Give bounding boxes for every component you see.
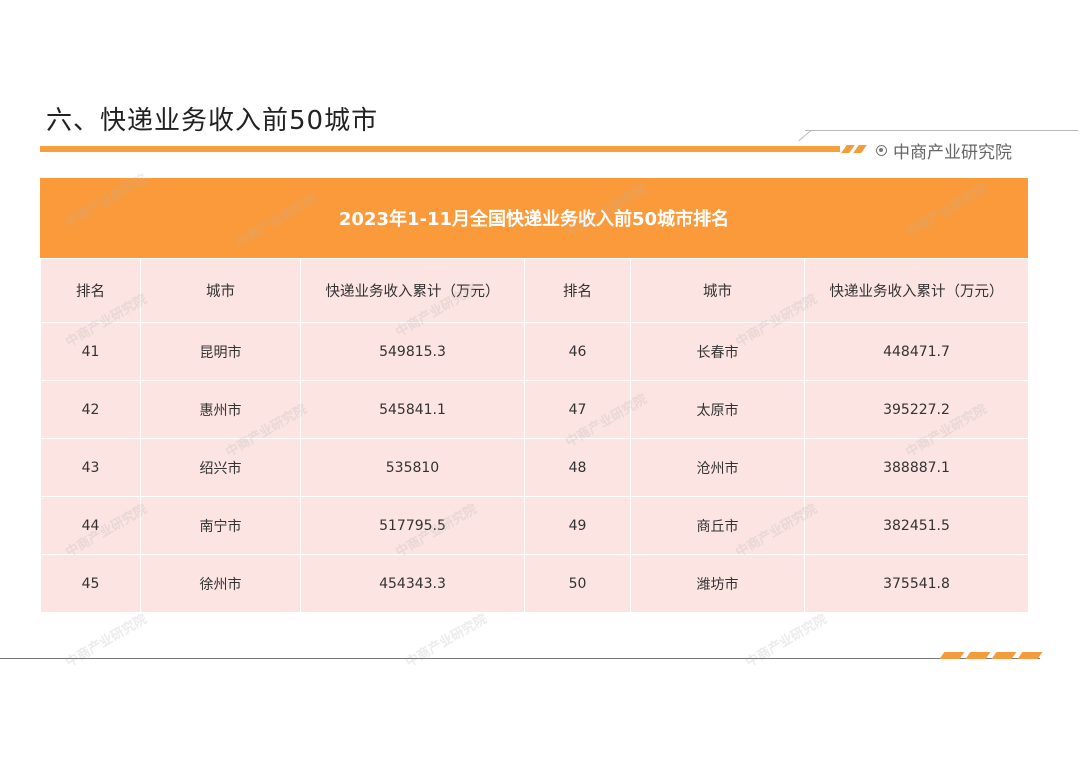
header-decor-line <box>805 130 1078 131</box>
table-row: 45 徐州市 454343.3 50 潍坊市 375541.8 <box>40 554 1029 613</box>
header-decor-slant <box>798 130 812 142</box>
rank-cell: 49 <box>524 496 631 555</box>
page-title: 六、快递业务收入前50城市 <box>46 106 379 136</box>
city-cell: 惠州市 <box>140 380 301 439</box>
ranking-table: 2023年1-11月全国快递业务收入前50城市排名 排名 城市 快递业务收入累计… <box>40 178 1029 613</box>
header-rank: 排名 <box>40 258 141 323</box>
revenue-cell: 517795.5 <box>300 496 525 555</box>
table-row: 43 绍兴市 535810 48 沧州市 388887.1 <box>40 438 1029 497</box>
rank-cell: 48 <box>524 438 631 497</box>
city-cell: 商丘市 <box>630 496 805 555</box>
revenue-cell: 388887.1 <box>804 438 1029 497</box>
watermark: 中商产业研究院 <box>63 611 150 671</box>
revenue-cell: 375541.8 <box>804 554 1029 613</box>
city-cell: 南宁市 <box>140 496 301 555</box>
revenue-cell: 545841.1 <box>300 380 525 439</box>
header-revenue: 快递业务收入累计（万元） <box>300 258 525 323</box>
watermark: 中商产业研究院 <box>743 611 830 671</box>
city-cell: 徐州市 <box>140 554 301 613</box>
header-rank-2: 排名 <box>524 258 631 323</box>
city-cell: 长春市 <box>630 322 805 381</box>
table-column-headers: 排名 城市 快递业务收入累计（万元） 排名 城市 快递业务收入累计（万元） <box>40 258 1029 323</box>
table-row: 42 惠州市 545841.1 47 太原市 395227.2 <box>40 380 1029 439</box>
header-city-2: 城市 <box>630 258 805 323</box>
header-revenue-2: 快递业务收入累计（万元） <box>804 258 1029 323</box>
city-cell: 潍坊市 <box>630 554 805 613</box>
table-row: 41 昆明市 549815.3 46 长春市 448471.7 <box>40 322 1029 381</box>
revenue-cell: 448471.7 <box>804 322 1029 381</box>
brand-logo: 中商产业研究院 <box>876 138 1012 163</box>
brand-circle-icon <box>876 145 887 156</box>
rank-cell: 45 <box>40 554 141 613</box>
revenue-cell: 382451.5 <box>804 496 1029 555</box>
footer-stripes <box>938 652 1048 660</box>
rank-cell: 43 <box>40 438 141 497</box>
revenue-cell: 395227.2 <box>804 380 1029 439</box>
city-cell: 太原市 <box>630 380 805 439</box>
footer-line <box>0 658 1040 659</box>
rank-cell: 50 <box>524 554 631 613</box>
brand-name: 中商产业研究院 <box>893 143 1012 163</box>
title-rule <box>40 146 840 152</box>
watermark: 中商产业研究院 <box>403 611 490 671</box>
city-cell: 绍兴市 <box>140 438 301 497</box>
rank-cell: 44 <box>40 496 141 555</box>
revenue-cell: 535810 <box>300 438 525 497</box>
rank-cell: 42 <box>40 380 141 439</box>
header-city: 城市 <box>140 258 301 323</box>
title-rule-stripes <box>840 145 880 153</box>
rank-cell: 46 <box>524 322 631 381</box>
table-title: 2023年1-11月全国快递业务收入前50城市排名 <box>40 178 1028 258</box>
ranking-grid: 排名 城市 快递业务收入累计（万元） 排名 城市 快递业务收入累计（万元） 41… <box>40 258 1029 613</box>
city-cell: 沧州市 <box>630 438 805 497</box>
table-row: 44 南宁市 517795.5 49 商丘市 382451.5 <box>40 496 1029 555</box>
rank-cell: 41 <box>40 322 141 381</box>
rank-cell: 47 <box>524 380 631 439</box>
revenue-cell: 549815.3 <box>300 322 525 381</box>
city-cell: 昆明市 <box>140 322 301 381</box>
revenue-cell: 454343.3 <box>300 554 525 613</box>
